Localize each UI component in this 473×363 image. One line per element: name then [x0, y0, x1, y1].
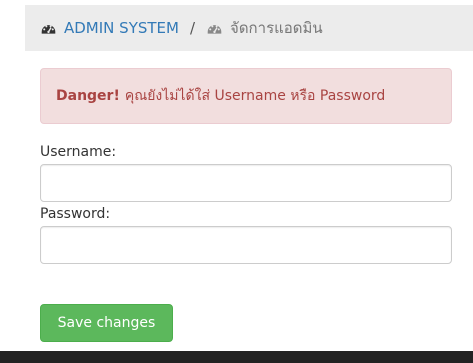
- password-label: Password:: [40, 206, 111, 222]
- save-changes-button[interactable]: Save changes: [40, 304, 173, 342]
- username-label: Username:: [40, 144, 117, 160]
- breadcrumb-item-admin-system[interactable]: ADMIN SYSTEM: [40, 19, 179, 37]
- breadcrumb-separator: /: [189, 19, 196, 37]
- dashboard-icon: [207, 24, 222, 34]
- username-field[interactable]: [40, 164, 452, 202]
- breadcrumb: ADMIN SYSTEM / จัดการแอดมิน: [25, 5, 473, 51]
- breadcrumb-item-manage-admin: จัดการแอดมิน: [206, 16, 323, 40]
- footer-bar: [0, 351, 473, 363]
- breadcrumb-link-admin-system[interactable]: ADMIN SYSTEM: [64, 19, 179, 37]
- page: ADMIN SYSTEM / จัดการแอดมิน Danger! คุณย…: [0, 0, 473, 363]
- alert-message: คุณยังไม่ได้ใส่ Username หรือ Password: [124, 88, 386, 104]
- dashboard-icon: [41, 24, 56, 34]
- breadcrumb-current-label: จัดการแอดมิน: [230, 19, 323, 37]
- danger-alert: Danger! คุณยังไม่ได้ใส่ Username หรือ Pa…: [40, 68, 452, 124]
- password-field[interactable]: [40, 226, 452, 264]
- alert-strong-label: Danger!: [56, 88, 120, 104]
